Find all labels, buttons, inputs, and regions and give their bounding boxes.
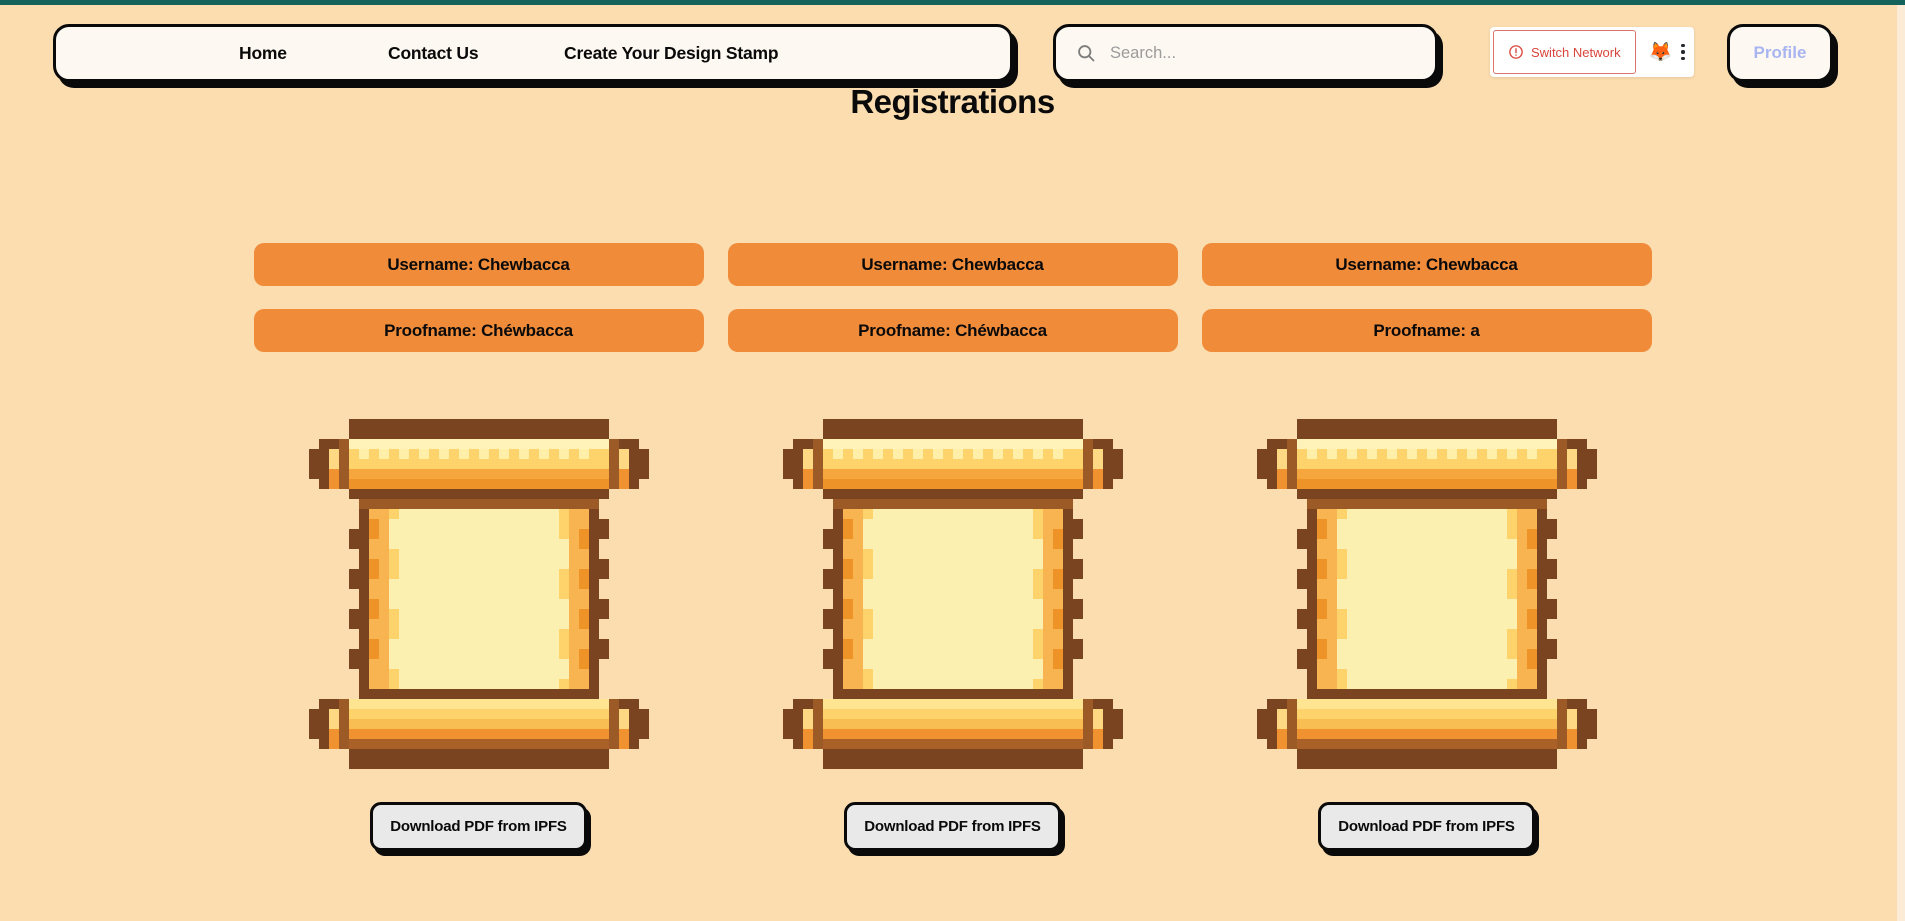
download-pdf-button[interactable]: Download PDF from IPFS (1318, 802, 1535, 851)
pixel-scroll-icon (308, 419, 649, 769)
top-accent-strip (0, 0, 1905, 5)
nav-link-create-your-design-stamp[interactable]: Create Your Design Stamp (564, 43, 779, 64)
registration-card: Username: Chewbacca Proofname: Chéwbacca (727, 243, 1178, 851)
registration-card: Username: Chewbacca Proofname: Chéwbacca (253, 243, 704, 851)
proofname-pill: Proofname: a (1201, 309, 1652, 352)
search-box[interactable] (1053, 24, 1438, 82)
proofname-pill: Proofname: Chéwbacca (727, 309, 1178, 352)
username-pill: Username: Chewbacca (727, 243, 1178, 286)
pixel-scroll-icon (782, 419, 1123, 769)
download-pdf-button[interactable]: Download PDF from IPFS (844, 802, 1061, 851)
page-title: Registrations (850, 83, 1055, 120)
profile-button[interactable]: Profile (1727, 24, 1833, 82)
vertical-scrollbar[interactable] (1897, 5, 1905, 921)
metamask-fox-icon[interactable]: 🦊 (1639, 43, 1681, 62)
switch-network-label: Switch Network (1531, 44, 1621, 60)
username-pill: Username: Chewbacca (1201, 243, 1652, 286)
search-input[interactable] (1110, 43, 1420, 63)
username-pill: Username: Chewbacca (253, 243, 704, 286)
download-pdf-button[interactable]: Download PDF from IPFS (370, 802, 587, 851)
profile-button-label: Profile (1753, 43, 1807, 62)
search-icon (1078, 45, 1095, 62)
kebab-menu-icon[interactable] (1680, 43, 1694, 61)
proofname-pill: Proofname: Chéwbacca (253, 309, 704, 352)
wallet-cluster: Switch Network 🦊 (1490, 27, 1694, 77)
registrations-grid: Username: Chewbacca Proofname: Chéwbacca (0, 243, 1905, 851)
switch-network-button[interactable]: Switch Network (1493, 30, 1636, 74)
registration-card: Username: Chewbacca Proofname: a Downloa… (1201, 243, 1652, 851)
nav-link-contact-us[interactable]: Contact Us (388, 43, 479, 64)
warning-circle-icon (1509, 45, 1523, 59)
pixel-scroll-icon (1256, 419, 1597, 769)
nav-link-home[interactable]: Home (239, 43, 287, 64)
nav-links-bar: Home Contact Us Create Your Design Stamp (53, 24, 1013, 82)
navbar: Home Contact Us Create Your Design Stamp… (0, 24, 1905, 86)
